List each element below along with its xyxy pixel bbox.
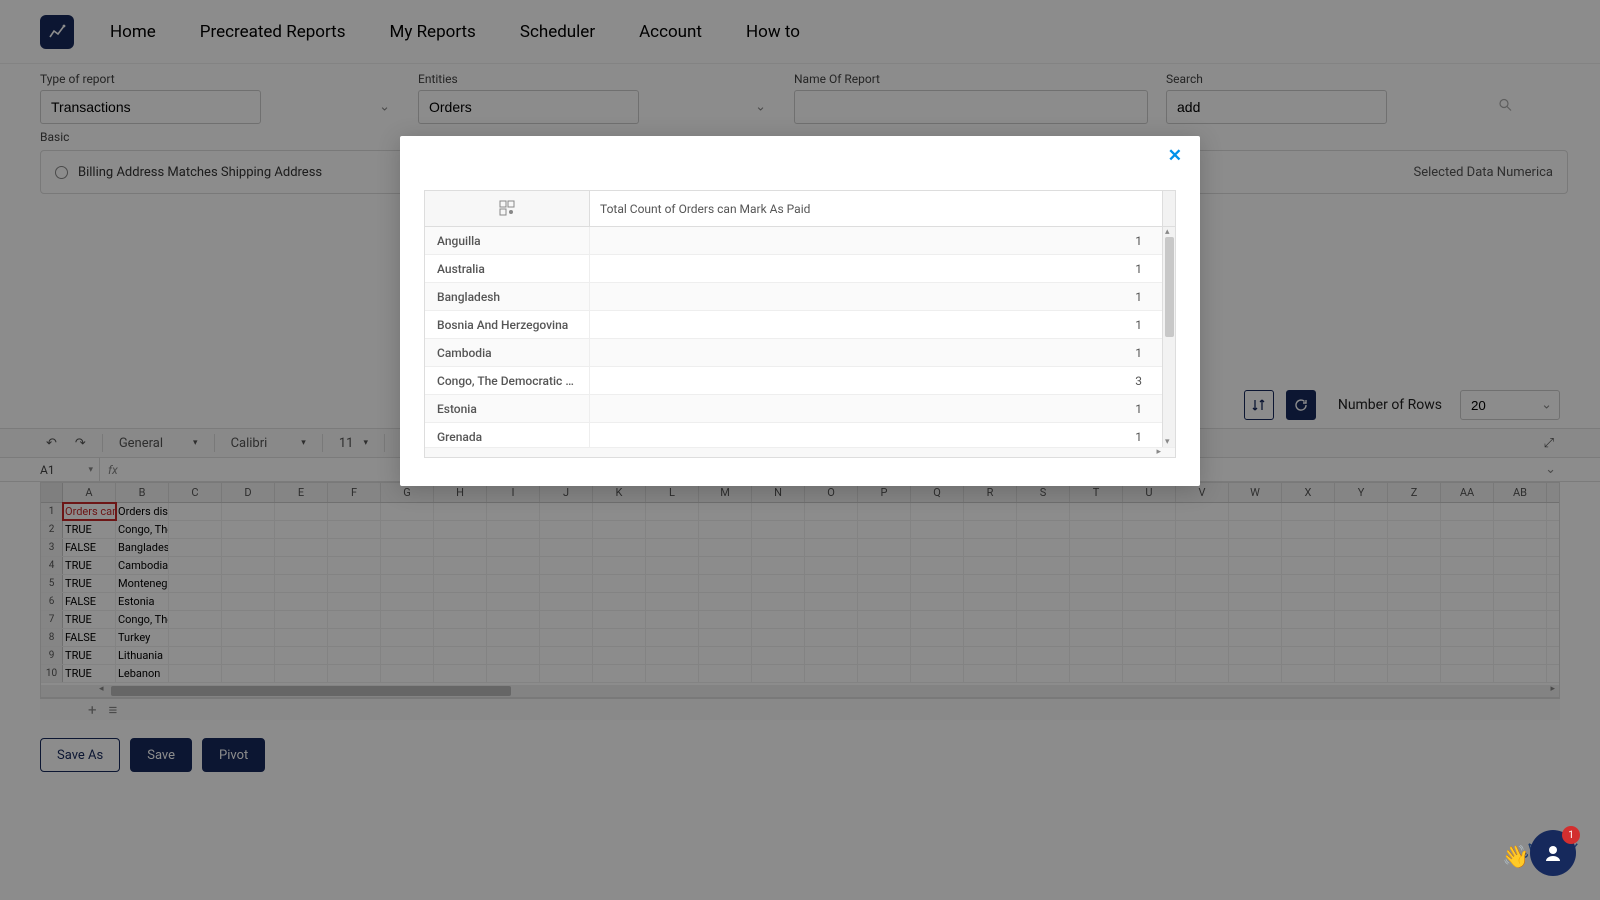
pivot-column-header: Total Count of Orders can Mark As Paid bbox=[590, 191, 1162, 226]
pivot-row[interactable]: Bosnia And Herzegovina1 bbox=[425, 311, 1175, 339]
pivot-vertical-scrollbar[interactable]: ▴ ▾ bbox=[1162, 227, 1175, 447]
close-button[interactable]: ✕ bbox=[1168, 146, 1182, 166]
chat-bubble[interactable]: 1 bbox=[1530, 830, 1576, 876]
pivot-row-value: 1 bbox=[590, 311, 1162, 338]
pivot-row-label: Congo, The Democratic Re… bbox=[425, 367, 590, 394]
pivot-row-value: 1 bbox=[590, 227, 1162, 254]
pivot-row[interactable]: Bangladesh1 bbox=[425, 283, 1175, 311]
pivot-row-label: Estonia bbox=[425, 395, 590, 422]
pivot-config-icon[interactable] bbox=[425, 191, 590, 226]
wave-icon: 👋 bbox=[1502, 845, 1529, 870]
chat-widget[interactable]: We Are Here! 👋 1 bbox=[1530, 830, 1576, 876]
pivot-row[interactable]: Cambodia1 bbox=[425, 339, 1175, 367]
pivot-table: Total Count of Orders can Mark As Paid A… bbox=[424, 190, 1176, 458]
pivot-row-value: 1 bbox=[590, 395, 1162, 422]
pivot-row-label: Anguilla bbox=[425, 227, 590, 254]
pivot-row-value: 1 bbox=[590, 255, 1162, 282]
pivot-row-value: 1 bbox=[590, 339, 1162, 366]
pivot-row-label: Bosnia And Herzegovina bbox=[425, 311, 590, 338]
pivot-row-label: Cambodia bbox=[425, 339, 590, 366]
chat-badge: 1 bbox=[1562, 826, 1580, 844]
pivot-row-value: 1 bbox=[590, 423, 1162, 447]
pivot-row-label: Bangladesh bbox=[425, 283, 590, 310]
pivot-row-label: Grenada bbox=[425, 423, 590, 447]
pivot-row[interactable]: Anguilla1 bbox=[425, 227, 1175, 255]
pivot-row[interactable]: Grenada1 bbox=[425, 423, 1175, 447]
pivot-row-value: 3 bbox=[590, 367, 1162, 394]
pivot-row-value: 1 bbox=[590, 283, 1162, 310]
pivot-row[interactable]: Congo, The Democratic Re…3 bbox=[425, 367, 1175, 395]
pivot-row[interactable]: Australia1 bbox=[425, 255, 1175, 283]
pivot-horizontal-scrollbar[interactable]: ▸ bbox=[425, 447, 1175, 457]
pivot-modal: ✕ Total Count of Orders can Mark As Paid… bbox=[400, 136, 1200, 486]
pivot-row[interactable]: Estonia1 bbox=[425, 395, 1175, 423]
pivot-row-label: Australia bbox=[425, 255, 590, 282]
